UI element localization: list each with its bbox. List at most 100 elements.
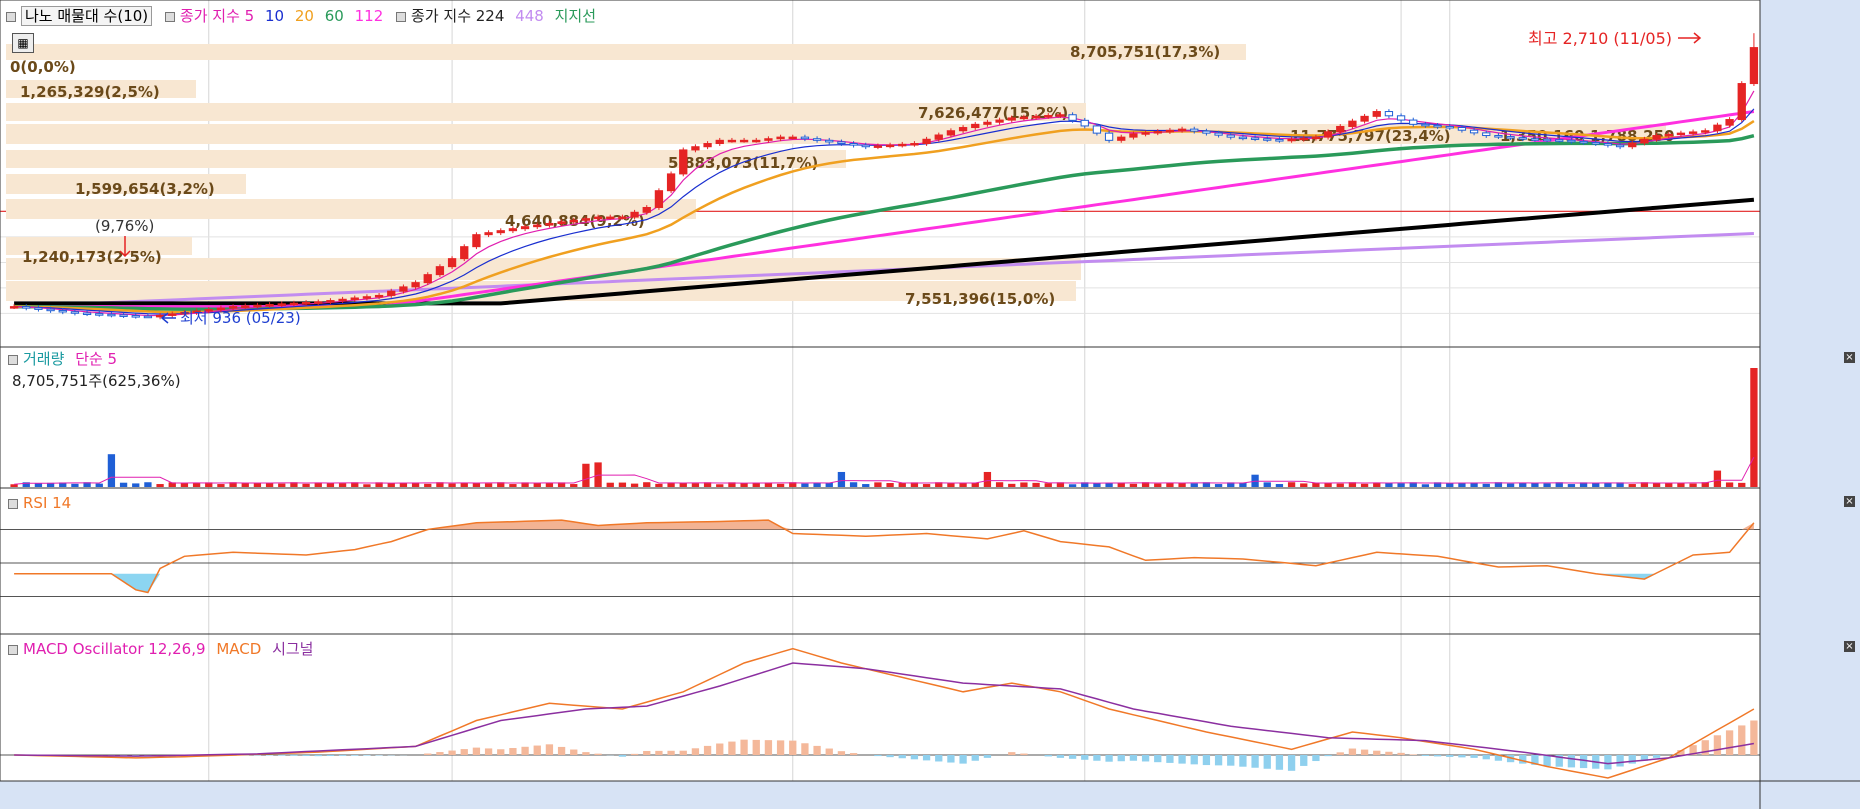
- macd-oscillator-bar: [1251, 755, 1259, 768]
- volume-bar: [630, 483, 639, 487]
- candle-body: [1701, 130, 1710, 133]
- candle-body: [606, 216, 615, 220]
- volume-bar: [947, 483, 955, 487]
- volume-bar: [716, 484, 724, 487]
- macd-oscillator-bar: [1458, 755, 1466, 758]
- volume-bar: [1008, 483, 1016, 487]
- grid-table-icon[interactable]: ▦: [12, 33, 34, 53]
- ma-toggle-icon[interactable]: [164, 11, 175, 22]
- stock-selector[interactable]: 나노 매물대 수(10): [21, 6, 153, 26]
- macd-oscillator-bar: [1519, 755, 1527, 764]
- candle-body: [533, 224, 542, 228]
- candle-body: [1019, 116, 1029, 120]
- volume-bar: [1506, 483, 1515, 487]
- volume-bar: [1190, 483, 1198, 487]
- macd-oscillator-bar: [1129, 755, 1138, 761]
- rsi-close-icon[interactable]: ×: [1844, 496, 1855, 507]
- macd-oscillator-bar: [351, 755, 359, 756]
- bottom-axis-bg: [0, 781, 1860, 809]
- volume-bar: [1032, 482, 1040, 487]
- volume-bar: [180, 483, 189, 487]
- candle-body: [82, 312, 92, 316]
- macd-oscillator-bar: [557, 746, 566, 755]
- volume-bar: [1239, 483, 1247, 487]
- candle-body: [1117, 136, 1126, 141]
- volume-bar: [1154, 483, 1162, 487]
- candle-body: [131, 315, 140, 318]
- candle-body: [849, 143, 858, 146]
- candle-body: [861, 144, 870, 148]
- candle-body: [727, 139, 737, 143]
- volume-bar: [1360, 483, 1369, 487]
- macd-toggle-icon[interactable]: [8, 644, 18, 655]
- volume-bar: [1543, 483, 1551, 487]
- candle-body: [496, 230, 505, 234]
- candle-body: [1287, 138, 1296, 142]
- volume-bar: [1129, 483, 1138, 487]
- macd-oscillator-bar: [1543, 755, 1551, 767]
- volume-profile-band: [6, 44, 1246, 60]
- macd-oscillator-bar: [910, 755, 919, 760]
- macd-oscillator-bar: [813, 745, 821, 755]
- volume-bar: [424, 483, 432, 487]
- volume-bar: [132, 483, 140, 487]
- long-ma-toggle-icon[interactable]: [396, 11, 407, 22]
- candle-body: [946, 130, 956, 136]
- macd-oscillator-bar: [849, 753, 858, 755]
- volume-bar: [1214, 484, 1223, 487]
- volume-profile: 8,705,751(17,3%) 0(0,0%) 1,265,329(2,5%) 7,…: [6, 43, 1674, 308]
- candle-body: [70, 311, 80, 314]
- volume-bar: [533, 483, 541, 487]
- stock-chart: 8,705,751(17,3%) 0(0,0%) 1,265,329(2,5%) 7,…: [0, 0, 1860, 809]
- macd-oscillator-bar: [752, 739, 760, 755]
- candle-body: [447, 258, 457, 268]
- candle-body: [1457, 127, 1467, 131]
- volume-toggle-icon[interactable]: [8, 354, 18, 365]
- volume-bar: [1652, 483, 1661, 487]
- candle-body: [1263, 138, 1272, 141]
- candle-body: [362, 296, 372, 299]
- volume-bar: [192, 483, 201, 487]
- candle-body: [557, 221, 566, 224]
- macd-oscillator-bar: [1105, 755, 1113, 762]
- candle-body: [691, 146, 700, 151]
- volume-bar: [1300, 483, 1308, 487]
- macd-oscillator-bar: [776, 740, 785, 755]
- volume-profile-label: 7,551,396(15,0%): [905, 290, 1055, 308]
- volume-bar: [849, 482, 858, 487]
- panel-frame: [0, 346, 1761, 489]
- candle-body: [837, 141, 846, 145]
- ma448-label: 448: [515, 7, 544, 25]
- macd-oscillator-bar: [582, 752, 590, 755]
- panel-toggle-icon[interactable]: [6, 11, 16, 22]
- candle-body: [873, 145, 883, 148]
- candle-body: [289, 302, 299, 306]
- candle-body: [1092, 125, 1102, 134]
- macd-close-icon[interactable]: ×: [1844, 641, 1855, 652]
- macd-oscillator-bar: [1579, 755, 1588, 769]
- high-arrow: [1678, 32, 1702, 44]
- macd-oscillator-bar: [1008, 752, 1016, 755]
- rsi-toggle-icon[interactable]: [8, 498, 18, 509]
- candle-body: [593, 216, 603, 220]
- candle-body: [314, 301, 323, 304]
- candle-body: [1104, 132, 1114, 141]
- volume-close-icon[interactable]: ×: [1844, 352, 1855, 363]
- macd-oscillator-bar: [1239, 755, 1247, 767]
- macd-oscillator-bar: [691, 748, 700, 755]
- macd-series: [0, 647, 1760, 779]
- macd-oscillator-bar: [1081, 755, 1089, 760]
- signal-label: 시그널: [272, 640, 314, 658]
- macd-oscillator-bar: [1044, 755, 1052, 757]
- volume-bar: [898, 483, 906, 487]
- candle-body: [910, 143, 919, 146]
- macd-oscillator-bar: [1470, 755, 1478, 758]
- macd-oscillator-bar: [424, 753, 432, 755]
- candle-body: [107, 313, 116, 317]
- macd-oscillator-bar: [1300, 755, 1308, 766]
- macd-oscillator-bar: [959, 755, 967, 764]
- macd-label: MACD: [216, 640, 262, 658]
- candle-body: [399, 286, 408, 292]
- candle-body: [995, 119, 1004, 123]
- candle-body: [1031, 115, 1041, 119]
